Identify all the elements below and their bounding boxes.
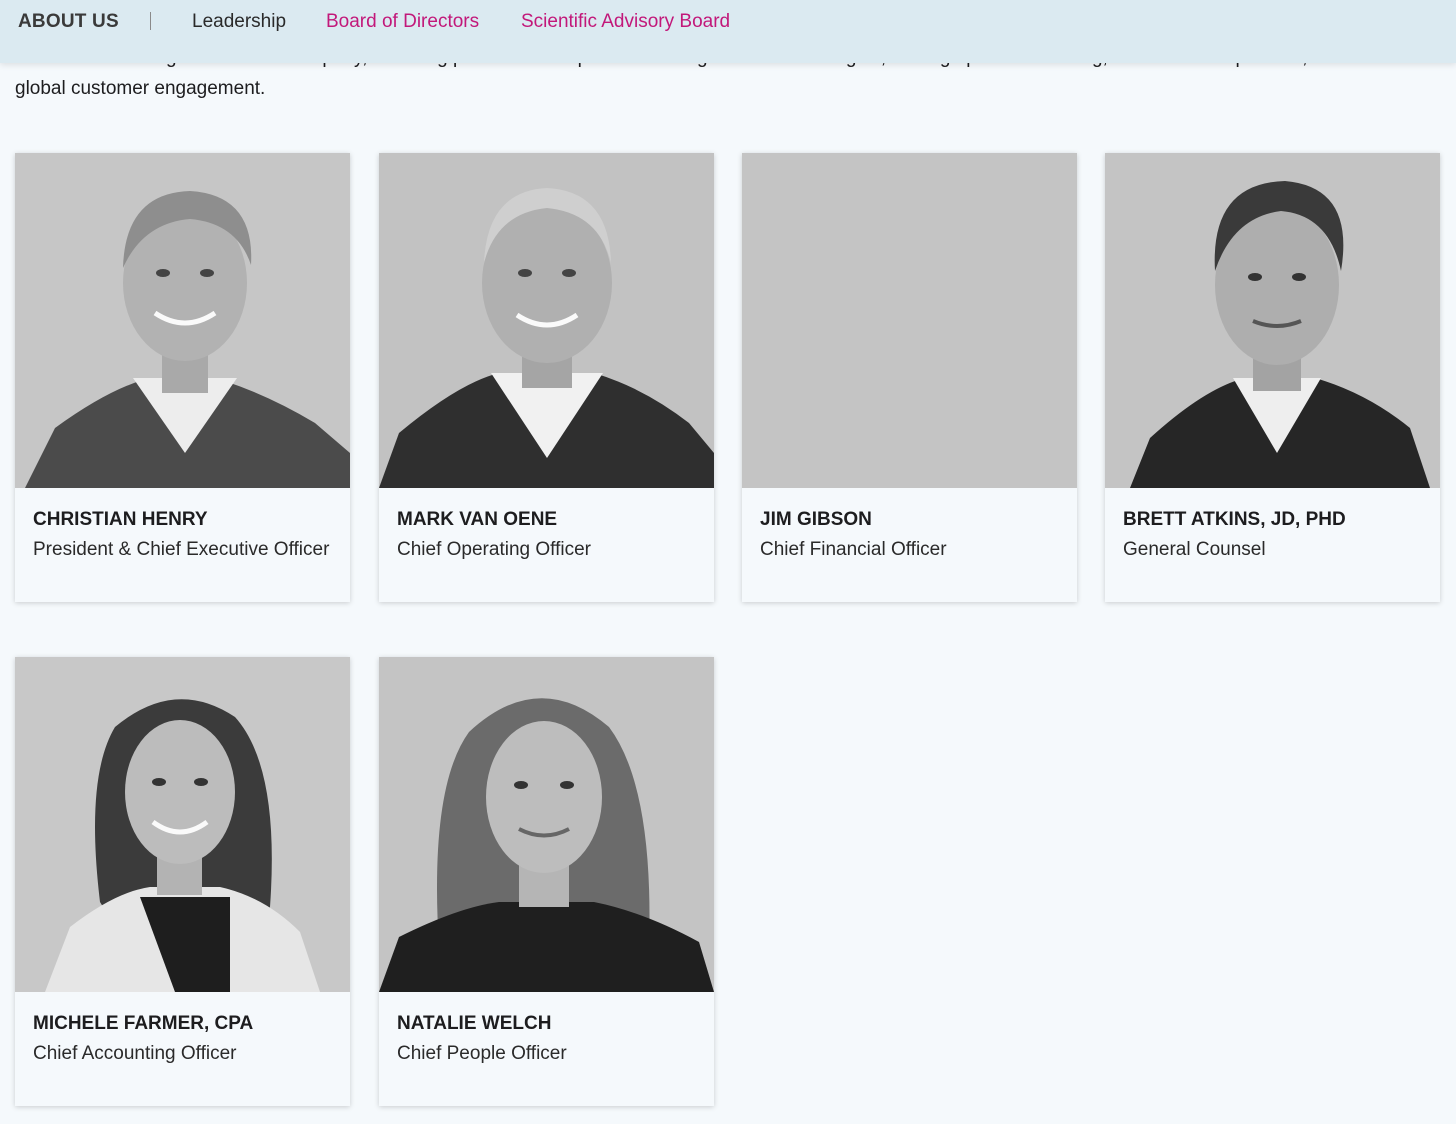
leadership-page: wealth of knowledge to lead the company,… [0, 0, 1456, 1124]
person-card[interactable]: BRETT ATKINS, JD, PHD General Counsel [1105, 153, 1440, 602]
subnav-link-board-of-directors[interactable]: Board of Directors [326, 11, 479, 33]
subnav-divider [150, 12, 151, 30]
person-card[interactable]: MICHELE FARMER, CPA Chief Accounting Off… [15, 657, 350, 1106]
person-title: Chief People Officer [397, 1043, 567, 1064]
person-photo [15, 657, 350, 992]
person-card[interactable]: JIM GIBSON Chief Financial Officer [742, 153, 1077, 602]
person-name: CHRISTIAN HENRY [33, 509, 208, 530]
person-name: JIM GIBSON [760, 509, 872, 530]
person-photo [15, 153, 350, 488]
person-card[interactable]: MARK VAN OENE Chief Operating Officer [379, 153, 714, 602]
subnav-section-label: ABOUT US [18, 11, 119, 32]
person-name: MARK VAN OENE [397, 509, 558, 530]
person-title: Chief Operating Officer [397, 539, 591, 560]
portrait-man-icon [1105, 153, 1440, 488]
person-name: MICHELE FARMER, CPA [33, 1013, 254, 1034]
person-name: BRETT ATKINS, JD, PHD [1123, 509, 1346, 530]
person-photo [1105, 153, 1440, 488]
portrait-woman-icon [379, 657, 714, 992]
person-photo-placeholder [742, 153, 1077, 488]
person-name: NATALIE WELCH [397, 1013, 552, 1034]
intro-line-2: global customer engagement. [15, 78, 266, 99]
person-photo [379, 153, 714, 488]
portrait-man-icon [379, 153, 714, 488]
person-photo [379, 657, 714, 992]
person-card[interactable]: CHRISTIAN HENRY President & Chief Execut… [15, 153, 350, 602]
person-title: President & Chief Executive Officer [33, 539, 330, 560]
portrait-woman-icon [15, 657, 350, 992]
person-card[interactable]: NATALIE WELCH Chief People Officer [379, 657, 714, 1106]
about-subnav: ABOUT US Leadership Board of Directors S… [0, 0, 1456, 63]
portrait-man-icon [15, 153, 350, 488]
subnav-link-leadership[interactable]: Leadership [192, 11, 286, 33]
person-title: Chief Financial Officer [760, 539, 947, 560]
person-title: Chief Accounting Officer [33, 1043, 237, 1064]
subnav-link-scientific-advisory-board[interactable]: Scientific Advisory Board [521, 11, 730, 33]
person-title: General Counsel [1123, 539, 1266, 560]
